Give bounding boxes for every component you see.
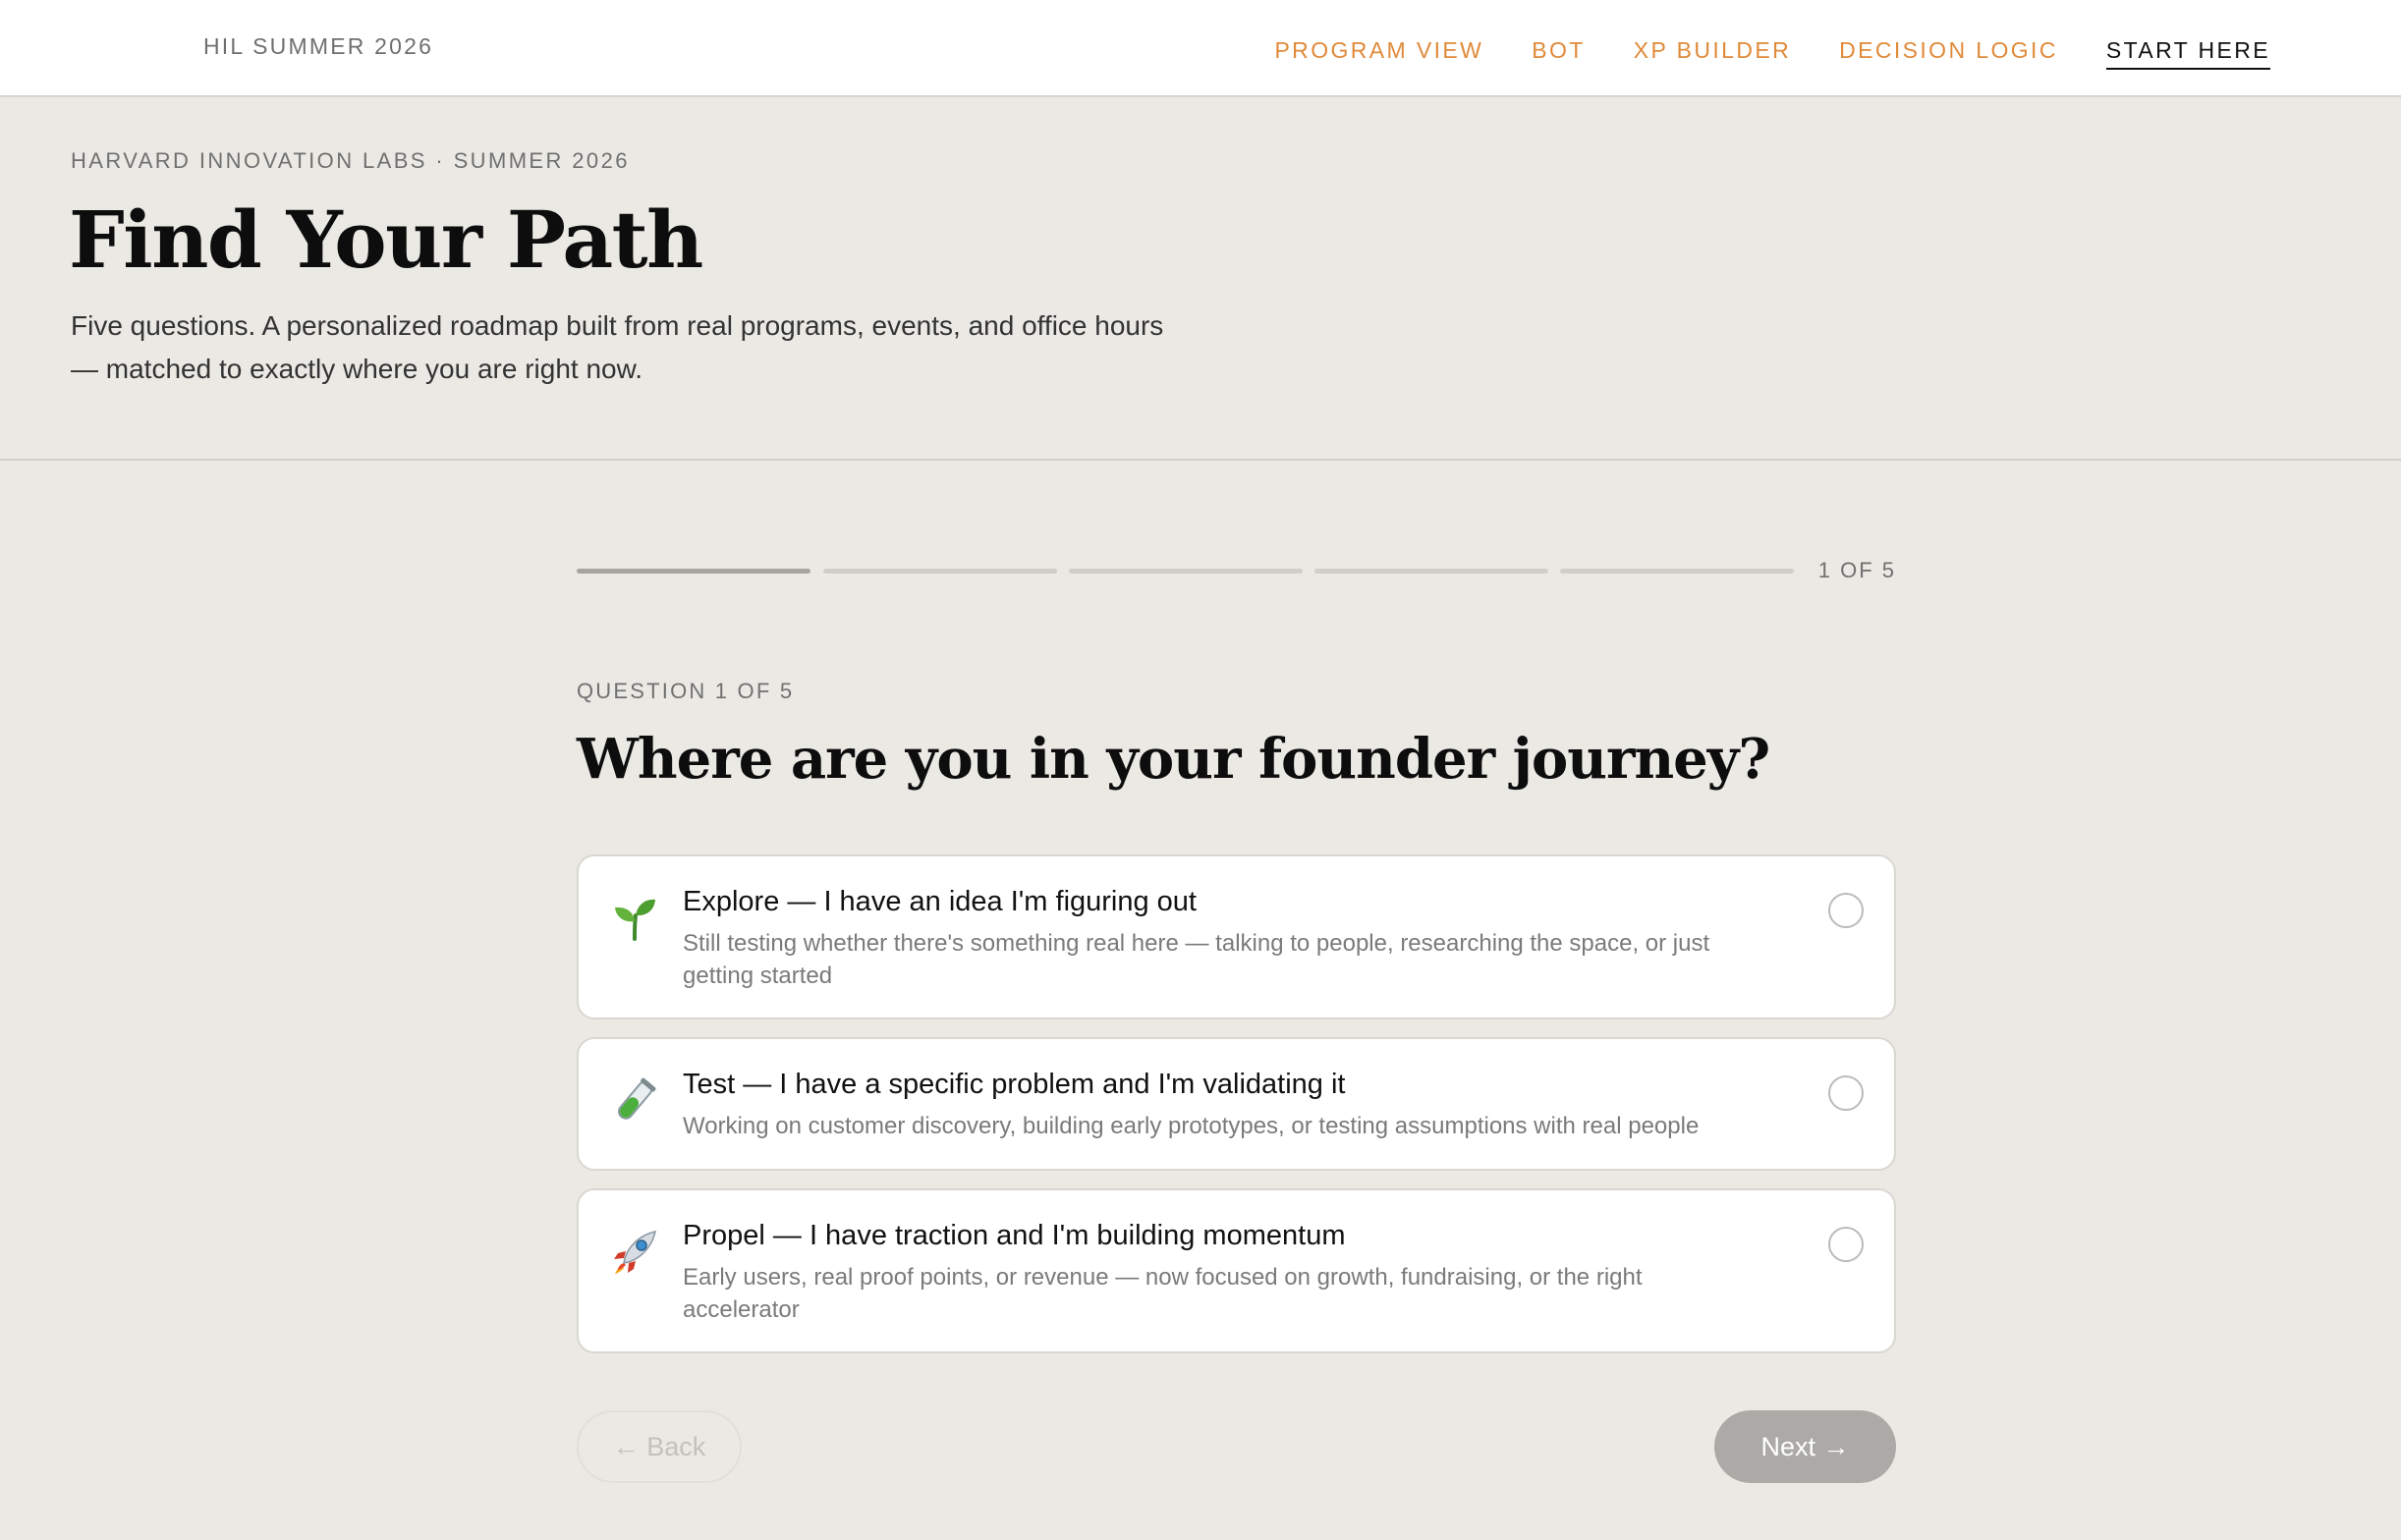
option-radio[interactable] bbox=[1828, 1227, 1864, 1262]
nav-link-start-here[interactable]: START HERE bbox=[2105, 37, 2270, 70]
brand-label: HIL SUMMER 2026 bbox=[203, 33, 434, 59]
progress-segment-4 bbox=[1314, 569, 1548, 574]
nav-link-xp-builder[interactable]: XP BUILDER bbox=[1634, 37, 1791, 70]
option-description: Early users, real proof points, or reven… bbox=[683, 1264, 1643, 1323]
question-title: Where are you in your founder journey? bbox=[577, 727, 1770, 792]
hero-subtitle: Five questions. A personalized roadmap b… bbox=[71, 310, 1164, 384]
seedling-icon bbox=[610, 894, 659, 943]
option-propel[interactable]: Propel — I have traction and I'm buildin… bbox=[577, 1188, 1896, 1353]
option-title: Test — I have a specific problem and I'm… bbox=[683, 1069, 1346, 1100]
option-test[interactable]: Test — I have a specific problem and I'm… bbox=[577, 1037, 1896, 1171]
option-explore[interactable]: Explore — I have an idea I'm figuring ou… bbox=[577, 854, 1896, 1019]
nav-link-decision-logic[interactable]: DECISION LOGIC bbox=[1839, 37, 2058, 70]
nav-link-program-view[interactable]: PROGRAM VIEW bbox=[1274, 37, 1483, 70]
option-radio[interactable] bbox=[1828, 893, 1864, 928]
option-description: Still testing whether there's something … bbox=[683, 930, 1710, 989]
nav-link-bot[interactable]: BOT bbox=[1532, 37, 1585, 70]
option-title: Explore — I have an idea I'm figuring ou… bbox=[683, 886, 1197, 917]
progress-segment-1 bbox=[577, 569, 810, 574]
page-title: Find Your Path bbox=[69, 193, 703, 286]
option-radio[interactable] bbox=[1828, 1075, 1864, 1111]
next-button[interactable]: Next → bbox=[1714, 1410, 1896, 1483]
test-tube-icon bbox=[610, 1076, 659, 1126]
back-button[interactable]: ← Back bbox=[577, 1410, 742, 1483]
progress-label: 1 OF 5 bbox=[1817, 558, 1896, 582]
progress-segment-2 bbox=[823, 569, 1057, 574]
progress-bar: 1 OF 5 bbox=[577, 550, 1896, 593]
hero-eyebrow: HARVARD INNOVATION LABS · SUMMER 2026 bbox=[71, 148, 630, 173]
question-eyebrow: QUESTION 1 OF 5 bbox=[577, 679, 795, 703]
progress-segment-5 bbox=[1560, 569, 1794, 574]
option-title: Propel — I have traction and I'm buildin… bbox=[683, 1220, 1346, 1251]
nav-links: PROGRAM VIEW BOT XP BUILDER DECISION LOG… bbox=[1274, 37, 2270, 70]
quiz-panel: 1 OF 5 QUESTION 1 OF 5 Where are you in … bbox=[577, 550, 1896, 1483]
option-description: Working on customer discovery, building … bbox=[683, 1113, 1700, 1139]
rocket-icon bbox=[610, 1228, 659, 1277]
top-nav: HIL SUMMER 2026 PROGRAM VIEW BOT XP BUIL… bbox=[0, 0, 2401, 97]
progress-segment-3 bbox=[1069, 569, 1303, 574]
hero-section: HARVARD INNOVATION LABS · SUMMER 2026 Fi… bbox=[0, 97, 2401, 461]
